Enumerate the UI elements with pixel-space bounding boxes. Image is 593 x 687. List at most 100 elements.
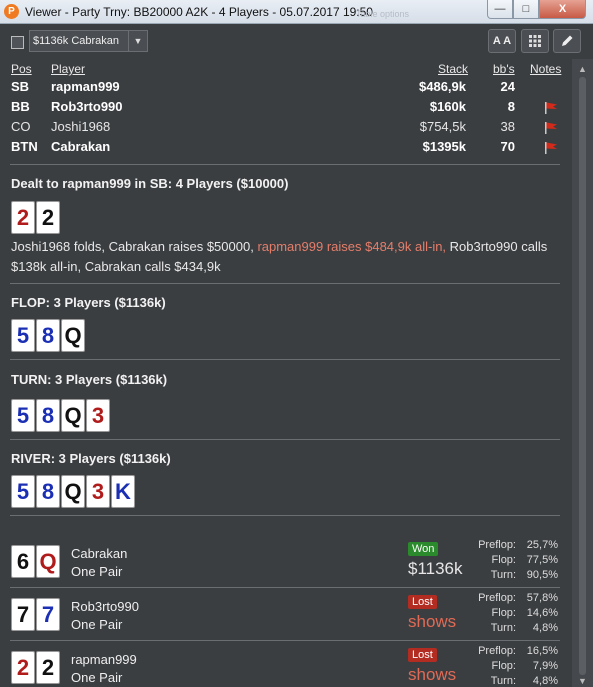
scrollbar-thumb[interactable] — [579, 77, 586, 675]
player-name[interactable]: rapman999 — [51, 79, 120, 94]
equity-label: Preflop: — [478, 645, 516, 657]
equity-value: 7,9% — [532, 660, 558, 672]
river-title: RIVER: 3 Players ($1136k) — [11, 451, 171, 466]
chevron-down-icon[interactable]: ▼ — [128, 31, 147, 51]
playing-card: 5 — [11, 399, 35, 432]
action-highlight: rapman999 raises $484,9k all-in, — [257, 239, 447, 254]
close-button[interactable]: X — [539, 0, 586, 19]
playing-card: 7 — [36, 598, 60, 631]
player-pos: SB — [11, 79, 30, 94]
preflop-actions: Joshi1968 folds, Cabrakan raises $50000,… — [11, 237, 561, 277]
maximize-button[interactable]: □ — [513, 0, 539, 19]
player-stack: $486,9k — [419, 79, 466, 94]
player-bbs: 24 — [500, 79, 515, 94]
playing-card: 2 — [36, 651, 60, 684]
equity-label: Flop: — [491, 660, 516, 672]
header-notes[interactable]: Notes — [530, 62, 561, 76]
playing-card: 3 — [86, 399, 110, 432]
font-size-button[interactable]: A A — [488, 29, 516, 53]
equity-value: 14,6% — [526, 607, 558, 619]
playing-card: K — [111, 475, 135, 508]
player-row[interactable]: CO Joshi1968 $754,5k 38 — [0, 119, 572, 139]
playing-card: Q — [61, 399, 85, 432]
note-flag-icon[interactable] — [544, 142, 558, 154]
player-row[interactable]: BTN Cabrakan $1395k 70 — [0, 139, 572, 159]
divider — [10, 640, 560, 641]
player-name[interactable]: Cabrakan — [51, 139, 110, 154]
scroll-up-icon[interactable]: ▲ — [578, 64, 587, 74]
player-name[interactable]: Joshi1968 — [51, 119, 110, 134]
window-title: Viewer - Party Trny: BB20000 A2K - 4 Pla… — [25, 5, 373, 19]
playing-card: 2 — [11, 651, 35, 684]
result-hand-rank: One Pair — [71, 617, 123, 632]
playing-card: 3 — [86, 475, 110, 508]
shown-cards: 77 — [11, 598, 60, 631]
player-row[interactable]: SB rapman999 $486,9k 24 — [0, 79, 572, 99]
equity-value: 77,5% — [526, 554, 558, 566]
player-bbs: 8 — [507, 99, 515, 114]
player-pos: BTN — [11, 139, 38, 154]
equity-label: Turn: — [490, 569, 516, 581]
equity-label: Turn: — [490, 622, 516, 634]
player-stack: $1395k — [422, 139, 466, 154]
playing-card: 8 — [36, 399, 60, 432]
player-name[interactable]: Rob3rto990 — [51, 99, 123, 114]
river-cards: 58Q3K — [11, 475, 135, 508]
header-bbs[interactable]: bb's — [493, 62, 515, 76]
equity-label: Flop: — [491, 554, 516, 566]
header-player[interactable]: Player — [51, 62, 85, 76]
hole-cards: 22 — [11, 201, 60, 234]
playing-card: 6 — [11, 545, 35, 578]
playing-card: 2 — [11, 201, 35, 234]
player-pos: BB — [11, 99, 30, 114]
flop-cards: 58Q — [11, 319, 85, 352]
divider — [10, 439, 560, 440]
result-badge: Lost — [408, 648, 437, 662]
party-poker-icon: P — [4, 4, 19, 19]
equity-label: Flop: — [491, 607, 516, 619]
select-hand-checkbox[interactable] — [11, 36, 24, 49]
player-pos: CO — [11, 119, 31, 134]
divider — [10, 164, 560, 165]
result-hand-rank: One Pair — [71, 564, 123, 579]
note-flag-icon[interactable] — [544, 122, 558, 134]
result-player-name[interactable]: Cabrakan — [71, 546, 127, 561]
minimize-button[interactable]: — — [487, 0, 513, 19]
flop-title: FLOP: 3 Players ($1136k) — [11, 295, 166, 310]
playing-card: Q — [61, 319, 85, 352]
playing-card: 8 — [36, 319, 60, 352]
result-badge: Lost — [408, 595, 437, 609]
header-pos[interactable]: Pos — [11, 62, 32, 76]
equity-value: 16,5% — [526, 645, 558, 657]
playing-card: 5 — [11, 475, 35, 508]
window-titlebar: P Viewer - Party Trny: BB20000 A2K - 4 P… — [0, 0, 593, 24]
playing-card: Q — [61, 475, 85, 508]
turn-cards: 58Q3 — [11, 399, 110, 432]
result-hand-rank: One Pair — [71, 670, 123, 685]
playing-card: 5 — [11, 319, 35, 352]
result-player-name[interactable]: Rob3rto990 — [71, 599, 139, 614]
preflop-title: Dealt to rapman999 in SB: 4 Players ($10… — [11, 176, 289, 191]
equity-value: 90,5% — [526, 569, 558, 581]
note-flag-icon[interactable] — [544, 102, 558, 114]
equity-label: Preflop: — [478, 592, 516, 604]
scroll-down-icon[interactable]: ▼ — [578, 676, 587, 686]
player-row[interactable]: BB Rob3rto990 $160k 8 — [0, 99, 572, 119]
player-stack: $754,5k — [419, 119, 466, 134]
grid-icon — [529, 35, 541, 47]
vertical-scrollbar[interactable]: ▲ ▼ — [572, 59, 593, 687]
equity-label: Preflop: — [478, 539, 516, 551]
playing-card: Q — [36, 545, 60, 578]
grid-button[interactable] — [521, 29, 549, 53]
hand-select-dropdown[interactable]: $1136k Cabrakan ▼ — [29, 30, 148, 52]
divider — [10, 587, 560, 588]
divider — [10, 283, 560, 284]
action-text-1: Joshi1968 folds, Cabrakan raises $50000, — [11, 239, 258, 254]
edit-button[interactable] — [553, 29, 581, 53]
playing-card: 8 — [36, 475, 60, 508]
result-player-name[interactable]: rapman999 — [71, 652, 137, 667]
playing-card: 2 — [36, 201, 60, 234]
equity-value: 4,8% — [532, 675, 558, 687]
turn-title: TURN: 3 Players ($1136k) — [11, 372, 168, 387]
header-stack[interactable]: Stack — [438, 62, 468, 76]
